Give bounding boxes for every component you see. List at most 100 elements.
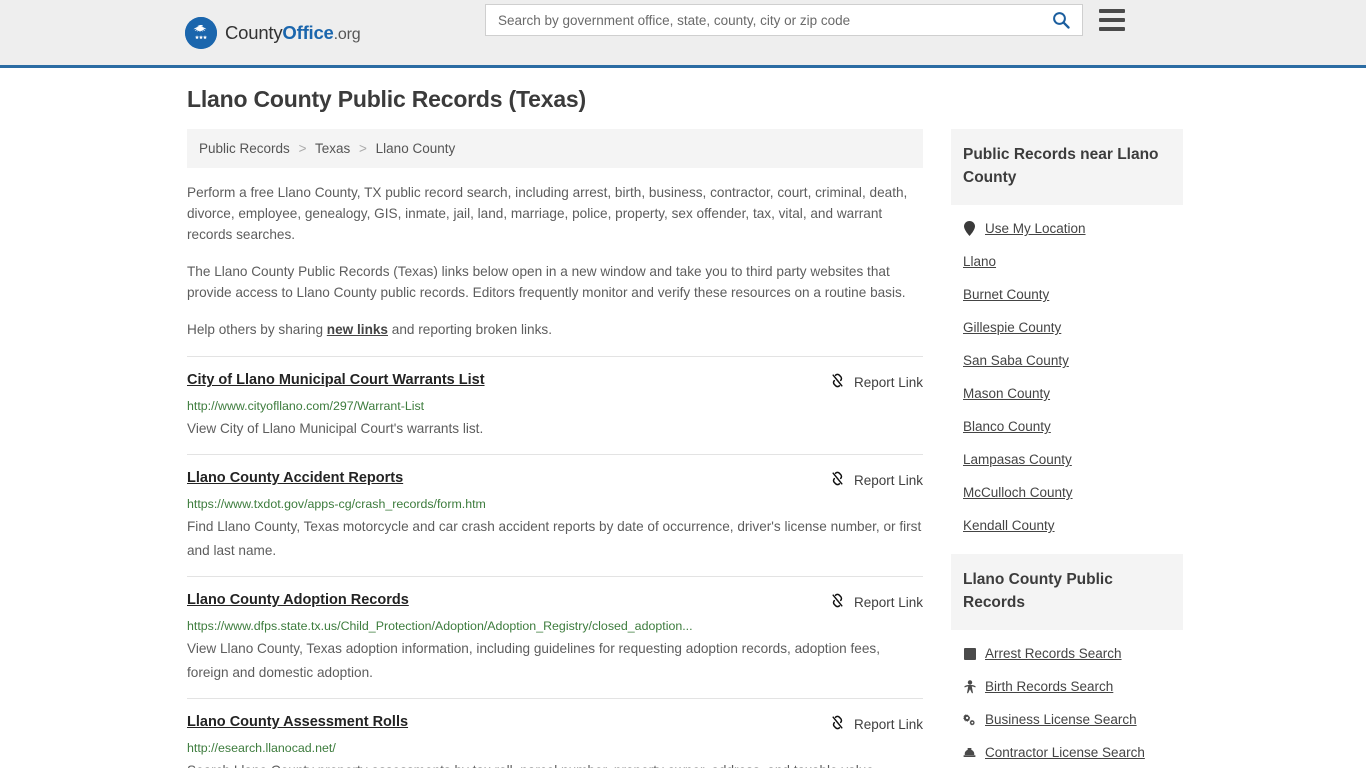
records-search-list: Arrest Records Search Birth Records Sear…: [951, 630, 1183, 768]
search-input[interactable]: [496, 11, 1050, 29]
record-description: Search Llano County property assessments…: [187, 759, 923, 768]
sidebar-link-use-my-location[interactable]: Use My Location: [985, 221, 1086, 236]
record-item: Llano County Adoption Records Report Lin…: [187, 576, 923, 698]
record-description: View Llano County, Texas adoption inform…: [187, 641, 880, 680]
list-item: McCulloch County: [951, 476, 1183, 509]
record-item: City of Llano Municipal Court Warrants L…: [187, 356, 923, 454]
list-item: Blanco County: [951, 410, 1183, 443]
report-link-button[interactable]: Report Link: [829, 372, 923, 392]
sidebar-link-birth-records-search[interactable]: Birth Records Search: [985, 679, 1113, 694]
list-item: San Saba County: [951, 344, 1183, 377]
hamburger-bar-2: [1099, 18, 1125, 22]
breadcrumb-item-texas[interactable]: Texas: [315, 141, 350, 156]
gears-icon: [963, 712, 976, 727]
record-item: Llano County Assessment Rolls Report Lin…: [187, 698, 923, 768]
main-column: Public Records > Texas > Llano County Pe…: [183, 129, 923, 768]
list-item: Kendall County: [951, 509, 1183, 542]
record-url[interactable]: https://www.dfps.state.tx.us/Child_Prote…: [187, 618, 923, 634]
breadcrumb-separator: >: [298, 141, 307, 156]
sidebar-link-llano[interactable]: Llano: [963, 254, 996, 269]
hamburger-bar-1: [1099, 9, 1125, 13]
record-title-link[interactable]: Llano County Assessment Rolls: [187, 713, 408, 731]
report-link-button[interactable]: Report Link: [829, 470, 923, 490]
report-link-label: Report Link: [853, 716, 923, 732]
site-logo[interactable]: CountyOffice.org: [185, 16, 361, 49]
record-item: Llano County Accident Reports Report Lin…: [187, 454, 923, 576]
sidebar-link-san-saba-county[interactable]: San Saba County: [963, 353, 1069, 368]
record-title-link[interactable]: Llano County Adoption Records: [187, 591, 409, 609]
hamburger-menu-icon[interactable]: [1099, 9, 1125, 31]
intro-paragraph-2: The Llano County Public Records (Texas) …: [187, 264, 906, 300]
broken-link-icon: [829, 372, 846, 392]
list-item: Burnet County: [951, 278, 1183, 311]
list-item: Business License Search: [951, 703, 1183, 736]
record-header: Llano County Assessment Rolls Report Lin…: [187, 713, 923, 734]
fingerprint-square-icon: [963, 646, 976, 661]
record-header: City of Llano Municipal Court Warrants L…: [187, 371, 923, 392]
breadcrumb-separator: >: [359, 141, 367, 156]
map-pin-icon: [963, 221, 976, 236]
list-item: Gillespie County: [951, 311, 1183, 344]
hard-hat-icon: [963, 745, 976, 760]
records-panel-heading: Llano County Public Records: [951, 554, 1183, 630]
site-header: CountyOffice.org: [0, 0, 1366, 68]
record-url[interactable]: http://esearch.llanocad.net/: [187, 740, 923, 756]
intro-p3-before: Help others by sharing: [187, 322, 327, 337]
sidebar-link-lampasas-county[interactable]: Lampasas County: [963, 452, 1072, 467]
sidebar-link-business-license-search[interactable]: Business License Search: [985, 712, 1137, 727]
report-link-label: Report Link: [853, 472, 923, 488]
sidebar-link-burnet-county[interactable]: Burnet County: [963, 287, 1049, 302]
breadcrumb: Public Records > Texas > Llano County: [187, 129, 923, 168]
intro-paragraph-3: Help others by sharing new links and rep…: [187, 319, 923, 340]
panel-spacer: [951, 542, 1183, 554]
list-item: Birth Records Search: [951, 670, 1183, 703]
report-link-label: Report Link: [853, 594, 923, 610]
header-search: [485, 4, 1125, 36]
brand-part-org: .org: [333, 25, 361, 43]
search-icon[interactable]: [1050, 9, 1072, 31]
intro-p3-after: and reporting broken links.: [388, 322, 552, 337]
intro-paragraph-1: Perform a free Llano County, TX public r…: [187, 185, 908, 242]
record-description: View City of Llano Municipal Court's war…: [187, 421, 484, 436]
brand-part-office: Office: [282, 21, 334, 43]
record-title-link[interactable]: Llano County Accident Reports: [187, 469, 403, 487]
search-box[interactable]: [485, 4, 1083, 36]
sidebar-link-kendall-county[interactable]: Kendall County: [963, 518, 1055, 533]
report-link-button[interactable]: Report Link: [829, 714, 923, 734]
record-description: Find Llano County, Texas motorcycle and …: [187, 519, 922, 558]
nearby-panel-heading: Public Records near Llano County: [951, 129, 1183, 205]
baby-icon: [963, 679, 976, 694]
record-header: Llano County Adoption Records Report Lin…: [187, 591, 923, 612]
list-item: Use My Location: [951, 205, 1183, 245]
record-title-link[interactable]: City of Llano Municipal Court Warrants L…: [187, 371, 485, 389]
breadcrumb-item-public-records[interactable]: Public Records: [199, 141, 290, 156]
record-header: Llano County Accident Reports Report Lin…: [187, 469, 923, 490]
list-item: Arrest Records Search: [951, 630, 1183, 670]
sidebar-link-contractor-license-search[interactable]: Contractor License Search: [985, 745, 1145, 760]
list-item: Llano: [951, 245, 1183, 278]
report-link-button[interactable]: Report Link: [829, 592, 923, 612]
eagle-shield-logo-icon: [185, 16, 217, 49]
sidebar-link-gillespie-county[interactable]: Gillespie County: [963, 320, 1061, 335]
intro-text: Perform a free Llano County, TX public r…: [187, 182, 923, 340]
record-url[interactable]: http://www.cityofllano.com/297/Warrant-L…: [187, 398, 923, 414]
broken-link-icon: [829, 470, 846, 490]
content-columns: Public Records > Texas > Llano County Pe…: [183, 129, 1183, 768]
sidebar-link-arrest-records-search[interactable]: Arrest Records Search: [985, 646, 1122, 661]
nearby-list: Use My Location Llano Burnet County Gill…: [951, 205, 1183, 542]
broken-link-icon: [829, 592, 846, 612]
sidebar-link-blanco-county[interactable]: Blanco County: [963, 419, 1051, 434]
broken-link-icon: [829, 714, 846, 734]
report-link-label: Report Link: [853, 374, 923, 390]
list-item: Lampasas County: [951, 443, 1183, 476]
breadcrumb-item-llano-county[interactable]: Llano County: [376, 141, 456, 156]
brand-part-county: County: [225, 21, 283, 43]
new-links-link[interactable]: new links: [327, 322, 388, 337]
record-url[interactable]: https://www.txdot.gov/apps-cg/crash_reco…: [187, 496, 923, 512]
list-item: Contractor License Search: [951, 736, 1183, 768]
sidebar: Public Records near Llano County Use My …: [951, 129, 1183, 768]
sidebar-link-mcculloch-county[interactable]: McCulloch County: [963, 485, 1073, 500]
sidebar-link-mason-county[interactable]: Mason County: [963, 386, 1050, 401]
list-item: Mason County: [951, 377, 1183, 410]
hamburger-bar-3: [1099, 27, 1125, 31]
